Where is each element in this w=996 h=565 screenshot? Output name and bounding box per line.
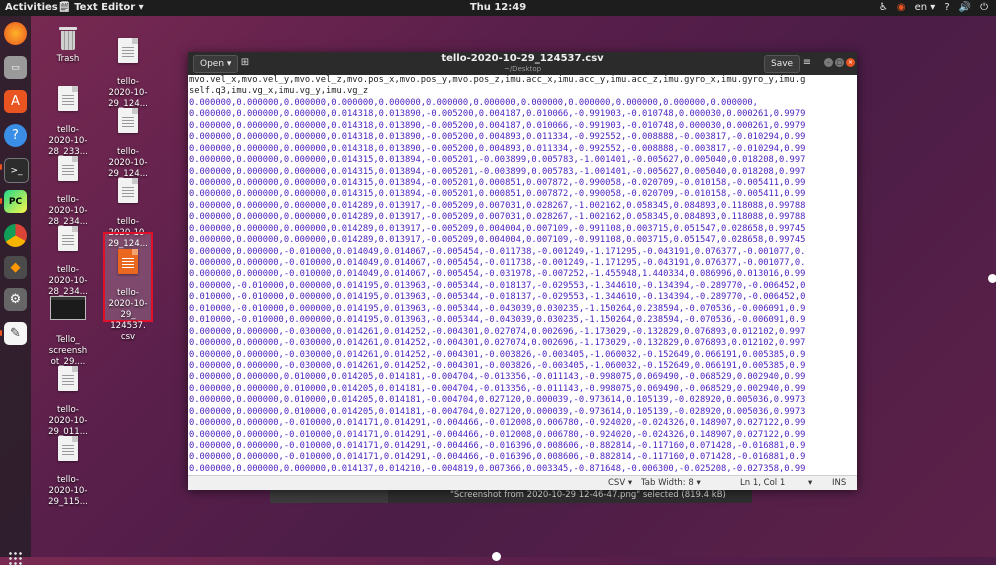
spreadsheet-icon <box>118 249 138 274</box>
notification-thumbnail <box>270 488 388 503</box>
show-applications-icon[interactable] <box>8 551 22 565</box>
editor-line[interactable]: 0.000000,0.000000,0.000000,0.014318,0.01… <box>189 144 858 155</box>
chrome-icon[interactable] <box>4 224 27 247</box>
tab-width-selector[interactable]: Tab Width: 8 ▾ <box>641 476 701 490</box>
editor-line[interactable]: 0.000000,0.000000,0.000000,0.014289,0.01… <box>189 235 858 246</box>
editor-line[interactable]: 0.000000,0.000000,0.000000,0.014318,0.01… <box>189 109 858 120</box>
editor-line[interactable]: 0.010000,-0.010000,0.000000,0.014195,0.0… <box>189 304 858 315</box>
notification-text: "Screenshot from 2020-10-29 12-46-47.png… <box>450 490 726 500</box>
document-icon <box>58 86 78 111</box>
language-indicator[interactable]: en ▾ <box>915 0 936 16</box>
editor-line[interactable]: 0.010000,-0.010000,0.000000,0.014195,0.0… <box>189 315 858 326</box>
desktop-icon-csv-selected[interactable]: tello- 2020-10- 29_ 124537. csv <box>97 238 159 354</box>
editor-line[interactable]: 0.000000,0.000000,-0.010000,0.014171,0.0… <box>189 441 858 452</box>
sublime-icon[interactable]: ◆ <box>4 256 27 279</box>
maximize-icon[interactable]: □ <box>835 58 844 67</box>
terminal-icon[interactable]: >_ <box>4 158 29 183</box>
dock: ▭ A ? >_ PC ◆ ⚙ ✎ <box>0 16 31 565</box>
editor-line[interactable]: 0.000000,0.000000,0.000000,0.014318,0.01… <box>189 121 858 132</box>
editor-line[interactable]: 0.000000,0.000000,0.010000,0.014205,0.01… <box>189 395 858 406</box>
editor-line[interactable]: 0.000000,0.000000,0.010000,0.014205,0.01… <box>189 372 858 383</box>
editor-line[interactable]: 0.000000,0.000000,0.010000,0.014205,0.01… <box>189 384 858 395</box>
desktop-icon-label: Trash <box>56 54 80 64</box>
editor-line[interactable]: 0.000000,0.000000,-0.010000,0.014049,0.0… <box>189 247 858 258</box>
cursor-position[interactable]: Ln 1, Col 1 <box>740 476 785 490</box>
editor-line[interactable]: 0.000000,0.000000,-0.030000,0.014261,0.0… <box>189 350 858 361</box>
files-icon[interactable]: ▭ <box>4 56 27 79</box>
help-icon[interactable]: ? <box>944 0 949 16</box>
editor-line[interactable]: 0.000000,0.000000,0.000000,0.014289,0.01… <box>189 212 858 223</box>
document-icon <box>58 156 78 181</box>
editor-line[interactable]: 0.000000,0.000000,0.000000,0.014289,0.01… <box>189 201 858 212</box>
window-subtitle: ~/Desktop <box>503 65 542 73</box>
power-icon[interactable]: ⏻ <box>980 0 988 16</box>
editor-line[interactable]: 0.000000,0.000000,-0.010000,0.014171,0.0… <box>189 430 858 441</box>
editor-line[interactable]: 0.000000,0.000000,0.000000,0.014289,0.01… <box>189 224 858 235</box>
editor-line[interactable]: 0.000000,0.000000,0.000000,0.014315,0.01… <box>189 178 858 189</box>
editor-line[interactable]: 0.000000,0.000000,0.000000,0.014315,0.01… <box>189 189 858 200</box>
insert-mode-indicator[interactable]: INS <box>832 476 846 490</box>
document-icon <box>58 436 78 461</box>
editor-line[interactable]: 0.000000,0.000000,0.000000,0.014315,0.01… <box>189 167 858 178</box>
language-selector[interactable]: CSV ▾ <box>608 476 632 490</box>
save-button[interactable]: Save <box>764 55 801 73</box>
file-selection-notification: "Screenshot from 2020-10-29 12-46-47.png… <box>270 488 752 503</box>
network-icon[interactable]: ◉ <box>897 0 906 16</box>
minimize-icon[interactable]: – <box>824 58 833 67</box>
editor-line[interactable]: 0.000000,0.000000,-0.030000,0.014261,0.0… <box>189 338 858 349</box>
window-title: tello-2020-10-29_124537.csv <box>441 53 604 64</box>
system-tray[interactable]: ♿ ◉ en ▾ ? 🔊 ⏻ <box>879 0 988 16</box>
desktop-icon-file[interactable]: tello- 2020-10- 29_115... <box>37 425 99 519</box>
editor-line[interactable]: 0.000000,0.000000,-0.030000,0.014261,0.0… <box>189 327 858 338</box>
document-icon <box>118 38 138 63</box>
screen-edge-marker <box>988 274 996 283</box>
top-bar: Activities 🗒 Text Editor ▾ Thu 12:49 ♿ ◉… <box>0 0 996 16</box>
pycharm-running-indicator <box>0 198 2 204</box>
text-editor-running-indicator <box>0 330 2 336</box>
editor-line[interactable]: 0.000000,0.000000,0.000000,0.014315,0.01… <box>189 155 858 166</box>
desktop-icon-label: tello- 2020-10- 29_115... <box>48 475 88 507</box>
desktop-icon-trash[interactable]: Trash <box>37 27 99 65</box>
editor-line[interactable]: 0.000000,0.000000,0.010000,0.014205,0.01… <box>189 407 858 418</box>
editor-line[interactable]: 0.000000,0.000000,-0.010000,0.014171,0.0… <box>189 452 858 463</box>
document-icon <box>58 226 78 251</box>
editor-line[interactable]: mvo.vel_x,mvo.vel_y,mvo.vel_z,mvo.pos_x,… <box>189 75 858 86</box>
editor-line[interactable]: 0.000000,0.000000,-0.030000,0.014261,0.0… <box>189 361 858 372</box>
settings-icon[interactable]: ⚙ <box>4 288 27 311</box>
editor-line[interactable]: 0.000000,0.000000,0.000000,0.014137,0.01… <box>189 464 858 475</box>
editor-line[interactable]: 0.000000,0.000000,-0.010000,0.014049,0.0… <box>189 258 858 269</box>
editor-line[interactable]: 0.000000,0.000000,-0.010000,0.014171,0.0… <box>189 418 858 429</box>
editor-line[interactable]: 0.000000,0.000000,-0.010000,0.014049,0.0… <box>189 269 858 280</box>
help-icon[interactable]: ? <box>4 124 27 147</box>
editor-text-area[interactable]: mvo.vel_x,mvo.vel_y,mvo.vel_z,mvo.pos_x,… <box>188 75 858 475</box>
desktop-icon-label: tello- 2020-10- 29_ 124537. csv <box>108 288 148 342</box>
editor-line[interactable]: 0.010000,-0.010000,0.000000,0.014195,0.0… <box>189 292 858 303</box>
close-icon[interactable]: × <box>846 58 855 67</box>
status-bar: CSV ▾ Tab Width: 8 ▾ Ln 1, Col 1 ▾ INS <box>188 475 857 490</box>
accessibility-icon[interactable]: ♿ <box>879 0 888 16</box>
terminal-running-indicator <box>0 164 2 170</box>
hamburger-menu-icon[interactable]: ≡ <box>800 55 814 71</box>
editor-line[interactable]: self.q3,imu.vg_x,imu.vg_y,imu.vg_z <box>189 86 858 97</box>
text-editor-window[interactable]: Open ▾ ⊞ tello-2020-10-29_124537.csv ~/D… <box>188 52 858 490</box>
editor-line[interactable]: 0.000000,-0.010000,0.000000,0.014195,0.0… <box>189 281 858 292</box>
trash-icon <box>58 27 78 51</box>
document-icon <box>58 366 78 391</box>
editor-line[interactable]: 0.000000,0.000000,0.000000,0.000000,0.00… <box>189 98 858 109</box>
clock[interactable]: Thu 12:49 <box>0 0 996 16</box>
document-icon <box>118 178 138 203</box>
firefox-icon[interactable] <box>4 22 27 45</box>
software-icon[interactable]: A <box>4 90 27 113</box>
document-icon <box>118 108 138 133</box>
image-thumbnail-icon <box>50 296 86 320</box>
window-titlebar[interactable]: Open ▾ ⊞ tello-2020-10-29_124537.csv ~/D… <box>188 52 857 75</box>
volume-icon[interactable]: 🔊 <box>959 0 971 16</box>
text-editor-icon[interactable]: ✎ <box>4 322 27 345</box>
pycharm-icon[interactable]: PC <box>4 190 27 213</box>
cursor-position-arrow[interactable]: ▾ <box>808 476 812 490</box>
editor-line[interactable]: 0.000000,0.000000,0.000000,0.014318,0.01… <box>189 132 858 143</box>
